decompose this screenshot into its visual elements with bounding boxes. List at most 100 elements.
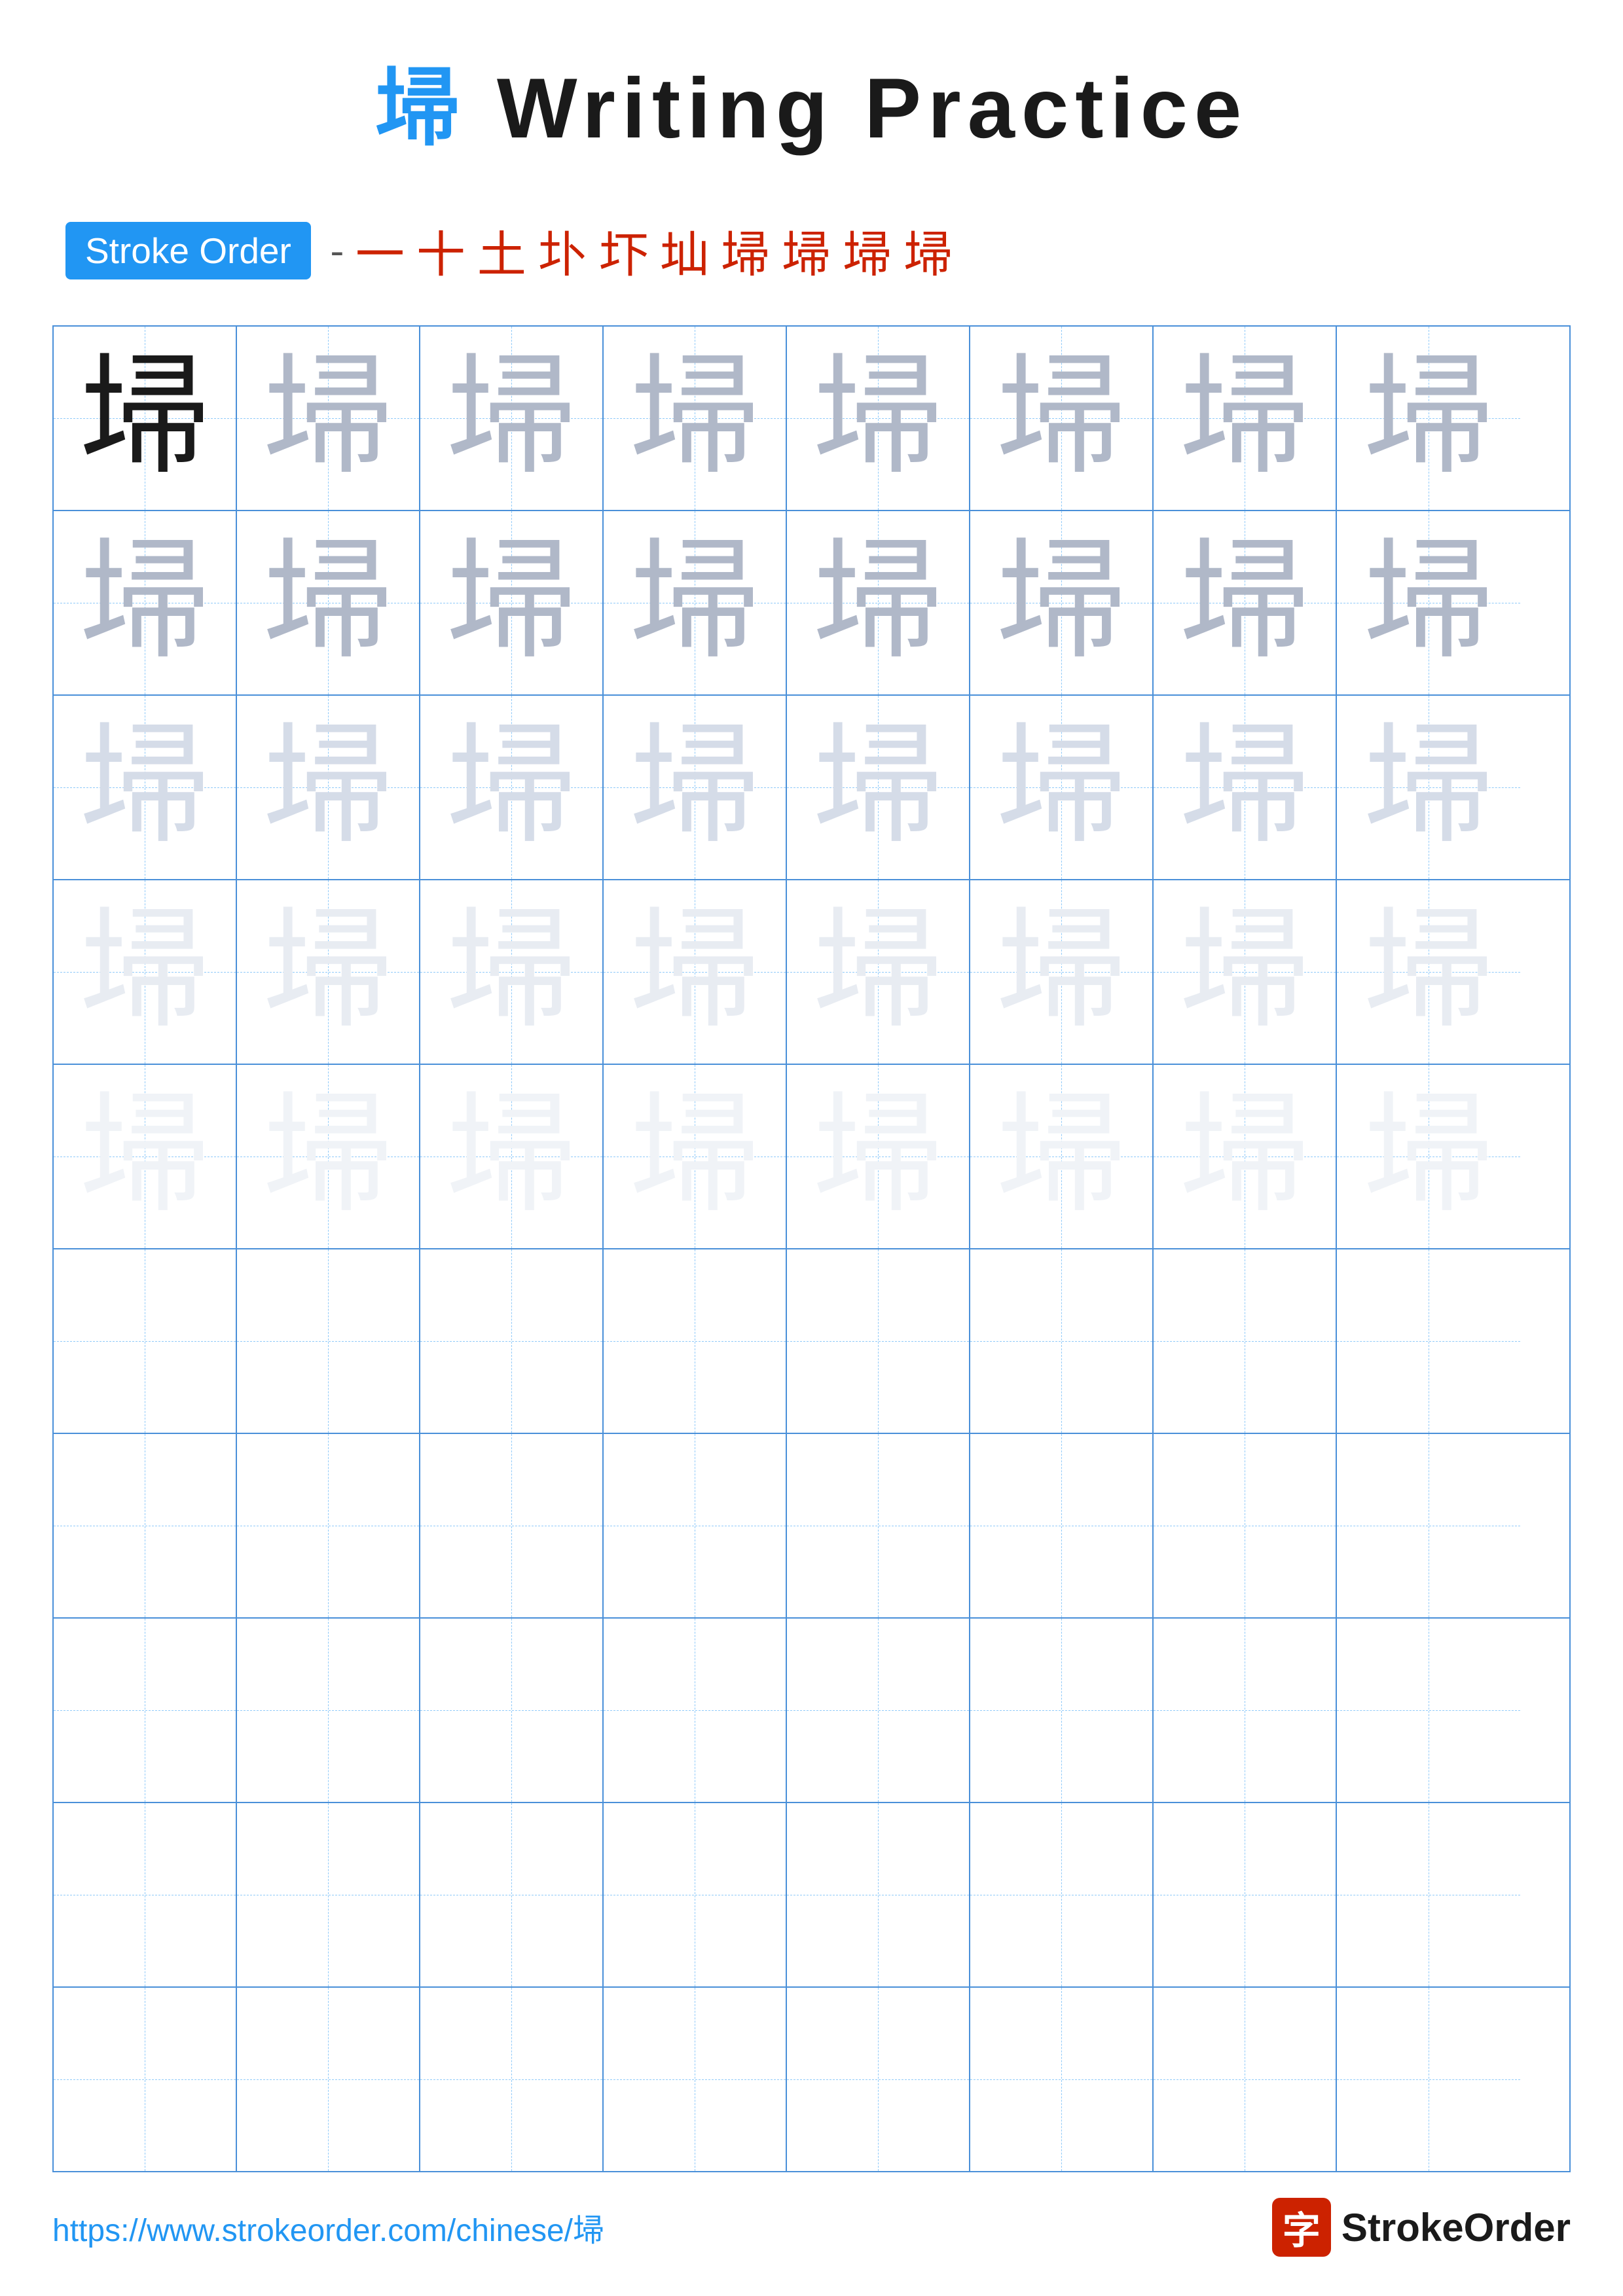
grid-row-7 — [54, 1434, 1569, 1619]
grid-cell[interactable]: 埽 — [970, 327, 1154, 510]
grid-cell[interactable] — [1337, 1988, 1520, 2171]
grid-cell[interactable]: 埽 — [54, 1065, 237, 1248]
grid-cell[interactable]: 埽 — [970, 511, 1154, 694]
grid-cell[interactable] — [787, 1988, 970, 2171]
grid-cell[interactable]: 埽 — [420, 880, 604, 1064]
grid-cell[interactable] — [970, 1434, 1154, 1617]
grid-cell[interactable]: 埽 — [970, 696, 1154, 879]
grid-cell[interactable] — [1154, 1619, 1337, 1802]
stroke-3: 土 — [477, 215, 526, 286]
grid-cell[interactable] — [1337, 1434, 1520, 1617]
grid-cell[interactable] — [420, 1619, 604, 1802]
grid-cell[interactable]: 埽 — [787, 696, 970, 879]
grid-cell[interactable]: 埽 — [237, 880, 420, 1064]
grid-cell[interactable]: 埽 — [54, 696, 237, 879]
grid-cell[interactable]: 埽 — [420, 327, 604, 510]
grid-cell[interactable] — [237, 1434, 420, 1617]
grid-cell[interactable] — [237, 1803, 420, 1986]
grid-cell[interactable] — [604, 1434, 787, 1617]
grid-cell[interactable] — [1154, 1803, 1337, 1986]
grid-cell[interactable]: 埽 — [420, 696, 604, 879]
grid-cell[interactable] — [54, 1803, 237, 1986]
grid-cell[interactable] — [237, 1249, 420, 1433]
grid-cell[interactable] — [787, 1249, 970, 1433]
grid-cell[interactable]: 埽 — [787, 880, 970, 1064]
grid-cell[interactable] — [420, 1988, 604, 2171]
grid-cell[interactable]: 埽 — [604, 511, 787, 694]
grid-row-6 — [54, 1249, 1569, 1434]
grid-cell[interactable]: 埽 — [1154, 880, 1337, 1064]
grid-cell[interactable] — [604, 1249, 787, 1433]
practice-char: 埽 — [629, 906, 760, 1037]
grid-cell[interactable] — [970, 1619, 1154, 1802]
practice-char: 埽 — [996, 906, 1127, 1037]
grid-cell[interactable]: 埽 — [604, 327, 787, 510]
grid-cell[interactable]: 埽 — [1154, 511, 1337, 694]
grid-row-8 — [54, 1619, 1569, 1803]
stroke-1: 一 — [356, 215, 405, 286]
grid-cell[interactable]: 埽 — [970, 880, 1154, 1064]
grid-cell[interactable] — [970, 1803, 1154, 1986]
grid-cell[interactable] — [604, 1803, 787, 1986]
grid-cell[interactable] — [787, 1803, 970, 1986]
grid-cell[interactable] — [787, 1434, 970, 1617]
practice-char: 埽 — [446, 1091, 577, 1222]
grid-cell[interactable] — [54, 1619, 237, 1802]
grid-cell[interactable]: 埽 — [787, 511, 970, 694]
grid-cell[interactable]: 埽 — [1337, 880, 1520, 1064]
grid-cell[interactable] — [604, 1988, 787, 2171]
grid-cell[interactable] — [1337, 1803, 1520, 1986]
footer: https://www.strokeorder.com/chinese/埽 字 … — [52, 2198, 1571, 2257]
grid-cell[interactable] — [54, 1434, 237, 1617]
grid-cell[interactable]: 埽 — [237, 1065, 420, 1248]
grid-cell[interactable]: 埽 — [1337, 511, 1520, 694]
grid-cell[interactable]: 埽 — [237, 511, 420, 694]
grid-cell[interactable]: 埽 — [787, 1065, 970, 1248]
practice-char: 埽 — [629, 1091, 760, 1222]
grid-cell[interactable] — [54, 1988, 237, 2171]
practice-char: 埽 — [1363, 906, 1494, 1037]
grid-cell[interactable]: 埽 — [237, 696, 420, 879]
grid-cell[interactable]: 埽 — [1337, 327, 1520, 510]
practice-char: 埽 — [263, 1091, 393, 1222]
grid-cell[interactable]: 埽 — [604, 696, 787, 879]
grid-cell[interactable] — [1337, 1249, 1520, 1433]
grid-cell[interactable] — [970, 1249, 1154, 1433]
practice-char: 埽 — [812, 1091, 943, 1222]
grid-cell[interactable]: 埽 — [604, 880, 787, 1064]
grid-cell[interactable]: 埽 — [1154, 696, 1337, 879]
grid-cell[interactable] — [420, 1434, 604, 1617]
practice-char: 埽 — [79, 353, 210, 484]
practice-char: 埽 — [1363, 537, 1494, 668]
grid-cell[interactable]: 埽 — [604, 1065, 787, 1248]
grid-cell[interactable]: 埽 — [1337, 1065, 1520, 1248]
grid-cell[interactable]: 埽 — [54, 327, 237, 510]
title-rest: Writing Practice — [497, 60, 1248, 156]
grid-cell[interactable] — [420, 1803, 604, 1986]
grid-cell[interactable] — [970, 1988, 1154, 2171]
grid-cell[interactable]: 埽 — [970, 1065, 1154, 1248]
grid-cell[interactable] — [604, 1619, 787, 1802]
grid-cell[interactable]: 埽 — [237, 327, 420, 510]
grid-cell[interactable]: 埽 — [54, 880, 237, 1064]
grid-cell[interactable]: 埽 — [54, 511, 237, 694]
page-title: 埽 Writing Practice — [52, 39, 1571, 162]
practice-char: 埽 — [79, 1091, 210, 1222]
grid-cell[interactable]: 埽 — [1154, 327, 1337, 510]
grid-cell[interactable] — [237, 1619, 420, 1802]
footer-url[interactable]: https://www.strokeorder.com/chinese/埽 — [52, 2204, 604, 2250]
grid-cell[interactable]: 埽 — [1337, 696, 1520, 879]
logo-name: StrokeOrder — [1341, 2205, 1571, 2250]
grid-cell[interactable]: 埽 — [787, 327, 970, 510]
grid-cell[interactable] — [1154, 1249, 1337, 1433]
grid-cell[interactable]: 埽 — [420, 511, 604, 694]
grid-cell[interactable] — [237, 1988, 420, 2171]
grid-cell[interactable]: 埽 — [1154, 1065, 1337, 1248]
grid-cell[interactable] — [787, 1619, 970, 1802]
grid-cell[interactable] — [1154, 1988, 1337, 2171]
grid-cell[interactable] — [1337, 1619, 1520, 1802]
grid-cell[interactable] — [1154, 1434, 1337, 1617]
grid-cell[interactable] — [420, 1249, 604, 1433]
grid-cell[interactable]: 埽 — [420, 1065, 604, 1248]
grid-cell[interactable] — [54, 1249, 237, 1433]
